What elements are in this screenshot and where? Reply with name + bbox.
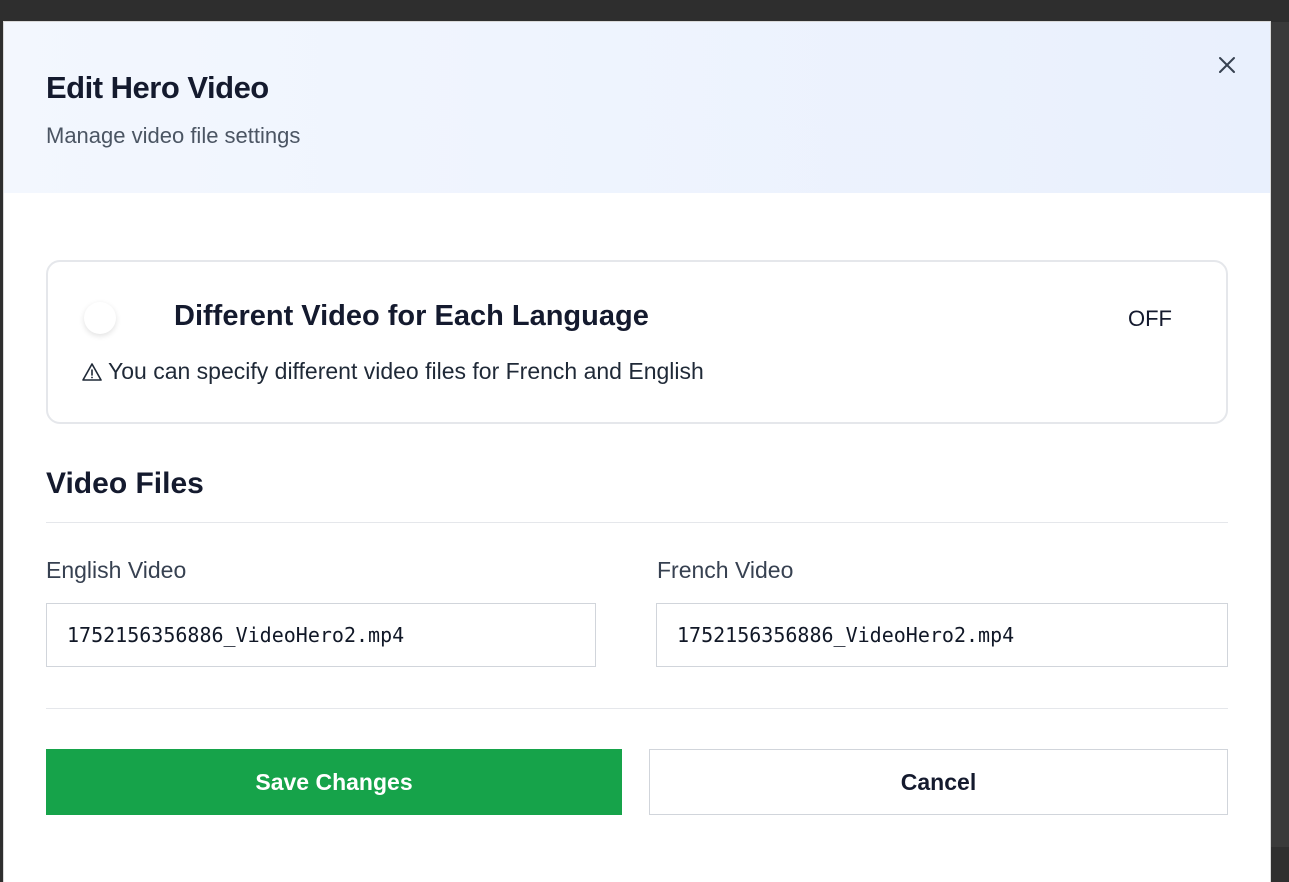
edit-hero-video-dialog: Edit Hero Video Manage video file settin… — [4, 22, 1270, 882]
footer-divider — [46, 708, 1228, 709]
language-toggle-label: Different Video for Each Language — [174, 300, 649, 333]
french-video-label: French Video — [657, 557, 793, 584]
language-toggle-hint: You can specify different video files fo… — [82, 358, 704, 385]
save-changes-button[interactable]: Save Changes — [46, 749, 622, 815]
english-video-input[interactable] — [46, 603, 596, 667]
language-toggle-switch[interactable] — [84, 302, 116, 334]
section-divider — [46, 522, 1228, 523]
warning-icon — [82, 362, 102, 382]
language-toggle-card: Different Video for Each Language OFF Yo… — [46, 260, 1228, 424]
dialog-subtitle: Manage video file settings — [46, 123, 300, 149]
english-video-label: English Video — [46, 557, 186, 584]
video-files-heading: Video Files — [46, 467, 204, 501]
close-button[interactable] — [1214, 52, 1240, 78]
background-page-edge — [1270, 22, 1289, 847]
french-video-input[interactable] — [656, 603, 1228, 667]
dialog-header: Edit Hero Video Manage video file settin… — [4, 22, 1270, 193]
cancel-button[interactable]: Cancel — [649, 749, 1228, 815]
language-toggle-hint-text: You can specify different video files fo… — [108, 358, 704, 385]
language-toggle-state: OFF — [1128, 306, 1172, 332]
dialog-title: Edit Hero Video — [46, 70, 269, 106]
close-icon — [1214, 52, 1240, 78]
